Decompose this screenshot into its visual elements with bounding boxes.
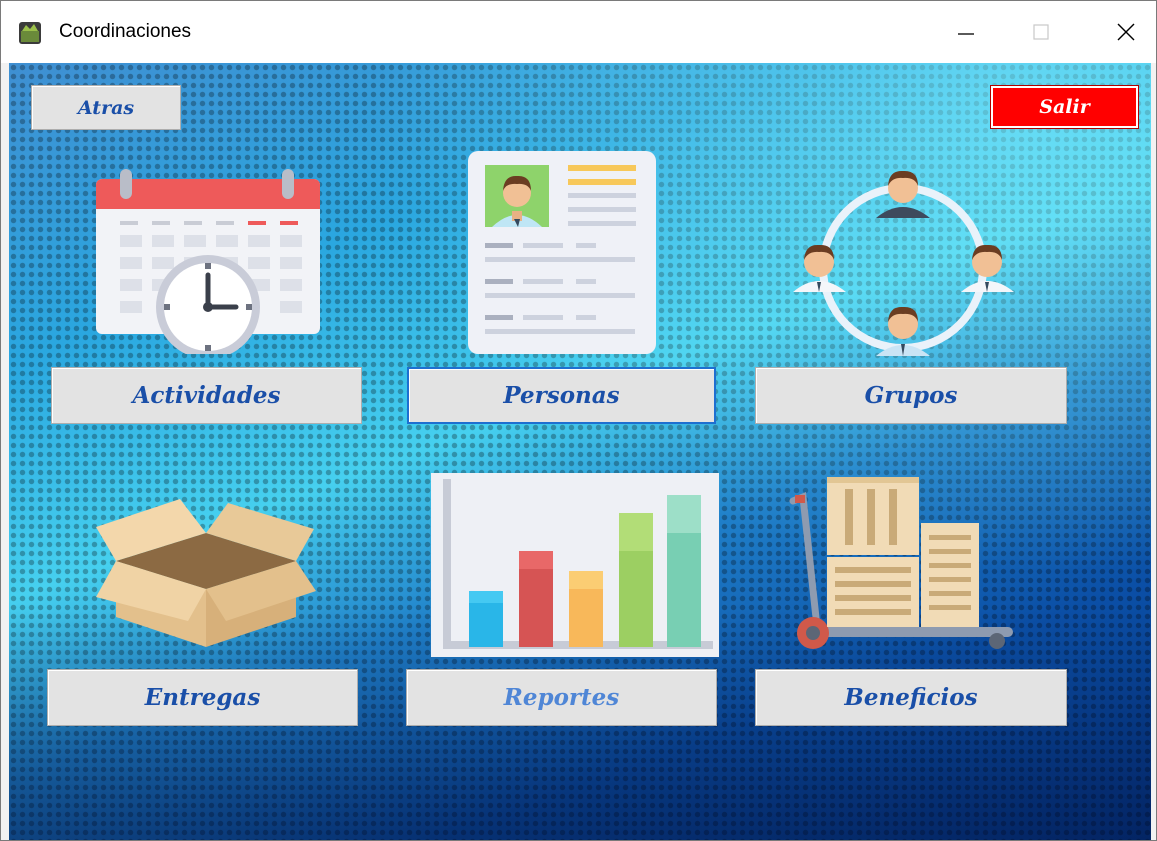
window-title: Coordinaciones [59, 21, 192, 42]
bar-chart-icon[interactable] [431, 473, 720, 658]
open-box-icon[interactable] [96, 481, 316, 649]
beneficios-button[interactable]: Beneficios [755, 669, 1067, 726]
close-button[interactable] [1086, 1, 1156, 63]
app-icon [19, 22, 41, 44]
window-border-left [1, 63, 9, 840]
profile-card-icon[interactable] [468, 151, 658, 356]
actividades-button[interactable]: Actividades [51, 367, 362, 424]
reportes-button[interactable]: Reportes [406, 669, 717, 726]
back-button[interactable]: Atras [31, 85, 181, 130]
exit-button[interactable]: Salir [991, 86, 1138, 128]
title-bar: Coordinaciones [1, 1, 1156, 63]
close-icon [1117, 23, 1135, 41]
entregas-button[interactable]: Entregas [47, 669, 358, 726]
minimize-icon [958, 33, 974, 35]
person-top [876, 170, 930, 218]
minimize-button[interactable] [926, 1, 1006, 63]
maximize-button[interactable] [1001, 1, 1081, 63]
people-network-icon[interactable] [789, 166, 1019, 358]
calendar-clock-icon[interactable] [96, 169, 321, 354]
hand-truck-boxes-icon[interactable] [789, 477, 1017, 652]
personas-button[interactable]: Personas [407, 367, 716, 424]
maximize-icon [1033, 24, 1049, 40]
app-window: Coordinaciones Atras Salir Actividades P… [0, 0, 1157, 841]
grupos-button[interactable]: Grupos [755, 367, 1067, 424]
